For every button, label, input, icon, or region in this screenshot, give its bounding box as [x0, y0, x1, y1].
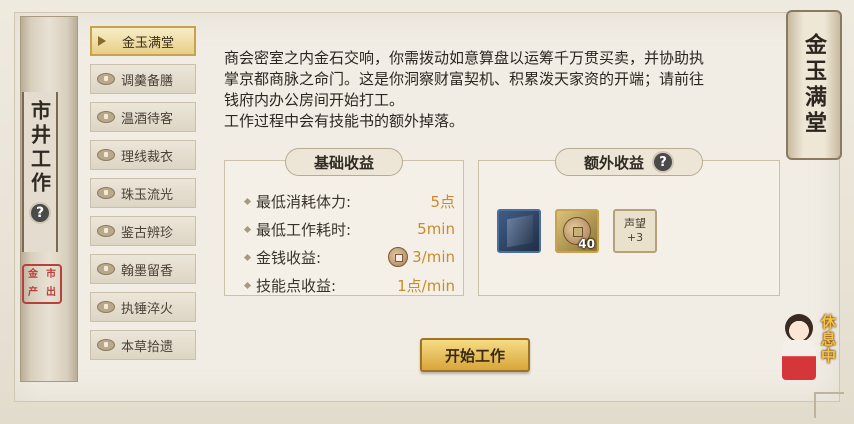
coin-icon — [97, 73, 115, 85]
menu-item-wenjiudaike[interactable]: 温酒待客 — [90, 102, 196, 132]
menu-item-hanmoliuxiang[interactable]: 翰墨留香 — [90, 254, 196, 284]
extra-reward-title: 额外收益 — [583, 153, 645, 172]
reputation-quantity: +3 — [626, 231, 644, 244]
basic-reward-title: 基础收益 — [313, 153, 375, 172]
reputation-item[interactable]: 声望 +3 — [613, 209, 657, 253]
coin-icon — [97, 339, 115, 351]
basic-reward-panel: 基础收益 最低消耗体力: 5点 最低工作耗时: 5min 金钱收益: 3/min… — [224, 148, 464, 296]
description-line: 钱府内办公房间开始打工。 — [224, 91, 405, 109]
coin-icon — [97, 301, 115, 313]
stat-value: 5min — [417, 220, 455, 238]
stat-row-stamina: 最低消耗体力: 5点 — [243, 191, 455, 211]
reputation-label: 声望 — [624, 217, 646, 230]
menu-item-zhichuicuihuo[interactable]: 执锤淬火 — [90, 292, 196, 322]
stat-label: 最低消耗体力: — [256, 192, 352, 211]
stat-label: 技能点收益: — [256, 276, 337, 295]
stat-value: 1点/min — [397, 276, 455, 295]
menu-item-label: 金玉满堂 — [122, 35, 175, 51]
bullet-icon — [243, 281, 252, 289]
menu-item-label: 翰墨留香 — [121, 263, 174, 279]
menu-item-jinyumantang[interactable]: 金玉满堂 — [90, 26, 196, 56]
job-title-tag: 金玉满堂 — [786, 10, 842, 160]
start-work-button[interactable]: 开始工作 — [420, 338, 530, 372]
coin-icon — [97, 111, 115, 123]
menu-item-bencaoshiyi[interactable]: 本草拾遗 — [90, 330, 196, 360]
stat-value-wrap: 3/min — [388, 247, 455, 267]
seal-char: 产 — [28, 287, 38, 298]
coin-icon — [388, 247, 409, 267]
bullet-icon — [243, 253, 252, 261]
menu-item-tiaogengbeishan[interactable]: 调羹备膳 — [90, 64, 196, 94]
scroll-title: 市井工作 — [27, 100, 52, 196]
bullet-icon — [243, 197, 252, 205]
stat-label: 金钱收益: — [256, 248, 322, 267]
arrow-right-icon — [98, 34, 116, 48]
copper-coin-item[interactable]: 40 — [555, 209, 599, 253]
menu-item-jianguobianzhen[interactable]: 鉴古辨珍 — [90, 216, 196, 246]
menu-item-label: 调羹备膳 — [121, 73, 174, 89]
description-line: 掌京都商脉之命门。这是你洞察财富契机、积累泼天家资的开端；请前往 — [224, 70, 705, 88]
stat-row-money: 金钱收益: 3/min — [243, 247, 455, 267]
basic-reward-title-bar: 基础收益 — [284, 148, 404, 176]
coin-icon — [97, 187, 115, 199]
coin-icon — [97, 225, 115, 237]
menu-item-zhuyuliuguang[interactable]: 珠玉流光 — [90, 178, 196, 208]
job-menu: 金玉满堂 调羹备膳 温酒待客 理线裁衣 珠玉流光 鉴古辨珍 翰墨留香 执锤淬火 … — [90, 26, 196, 368]
menu-item-label: 温酒待客 — [121, 111, 174, 127]
seal-char: 市 — [46, 269, 56, 280]
stat-label: 最低工作耗时: — [256, 220, 352, 239]
bullet-icon — [243, 225, 252, 233]
character-body — [782, 340, 816, 380]
item-quantity: 40 — [578, 237, 595, 251]
extra-reward-title-bar: 额外收益 ? — [554, 148, 704, 176]
character-status: 休息中 — [819, 314, 837, 365]
stat-value: 3/min — [412, 248, 455, 266]
help-icon[interactable]: ? — [652, 151, 675, 173]
extra-reward-panel: 额外收益 ? 40 声望 +3 — [478, 148, 780, 296]
menu-item-label: 鉴古辨珍 — [121, 225, 174, 241]
stat-value: 5点 — [430, 192, 455, 211]
seal-stamp: 金 市 产 出 — [22, 264, 62, 304]
menu-item-label: 执锤淬火 — [121, 301, 174, 317]
description-line: 商会密室之内金石交响，你需拨动如意算盘以运筹千万贯买卖，并协助执 — [224, 49, 705, 67]
menu-item-label: 理线裁衣 — [121, 149, 174, 165]
help-icon[interactable]: ? — [29, 202, 51, 224]
seal-char: 出 — [46, 287, 56, 298]
job-description: 商会密室之内金石交响，你需拨动如意算盘以运筹千万贯买卖，并协助执 掌京都商脉之命… — [224, 48, 780, 132]
corner-decoration — [814, 392, 844, 418]
coin-icon — [97, 263, 115, 275]
job-title-tag-text: 金玉满堂 — [801, 33, 827, 137]
description-line: 工作过程中会有技能书的额外掉落。 — [224, 112, 465, 130]
character-avatar[interactable] — [774, 314, 824, 388]
character-head — [785, 314, 813, 342]
scroll-title-panel: 市井工作 ? — [22, 92, 58, 252]
menu-item-label: 珠玉流光 — [121, 187, 174, 203]
stat-row-duration: 最低工作耗时: 5min — [243, 219, 455, 239]
skill-book-item[interactable] — [497, 209, 541, 253]
seal-char: 金 — [28, 269, 38, 280]
menu-item-label: 本草拾遗 — [121, 339, 174, 355]
coin-icon — [97, 149, 115, 161]
menu-item-lixiancaiyi[interactable]: 理线裁衣 — [90, 140, 196, 170]
stat-row-skill-points: 技能点收益: 1点/min — [243, 275, 455, 295]
